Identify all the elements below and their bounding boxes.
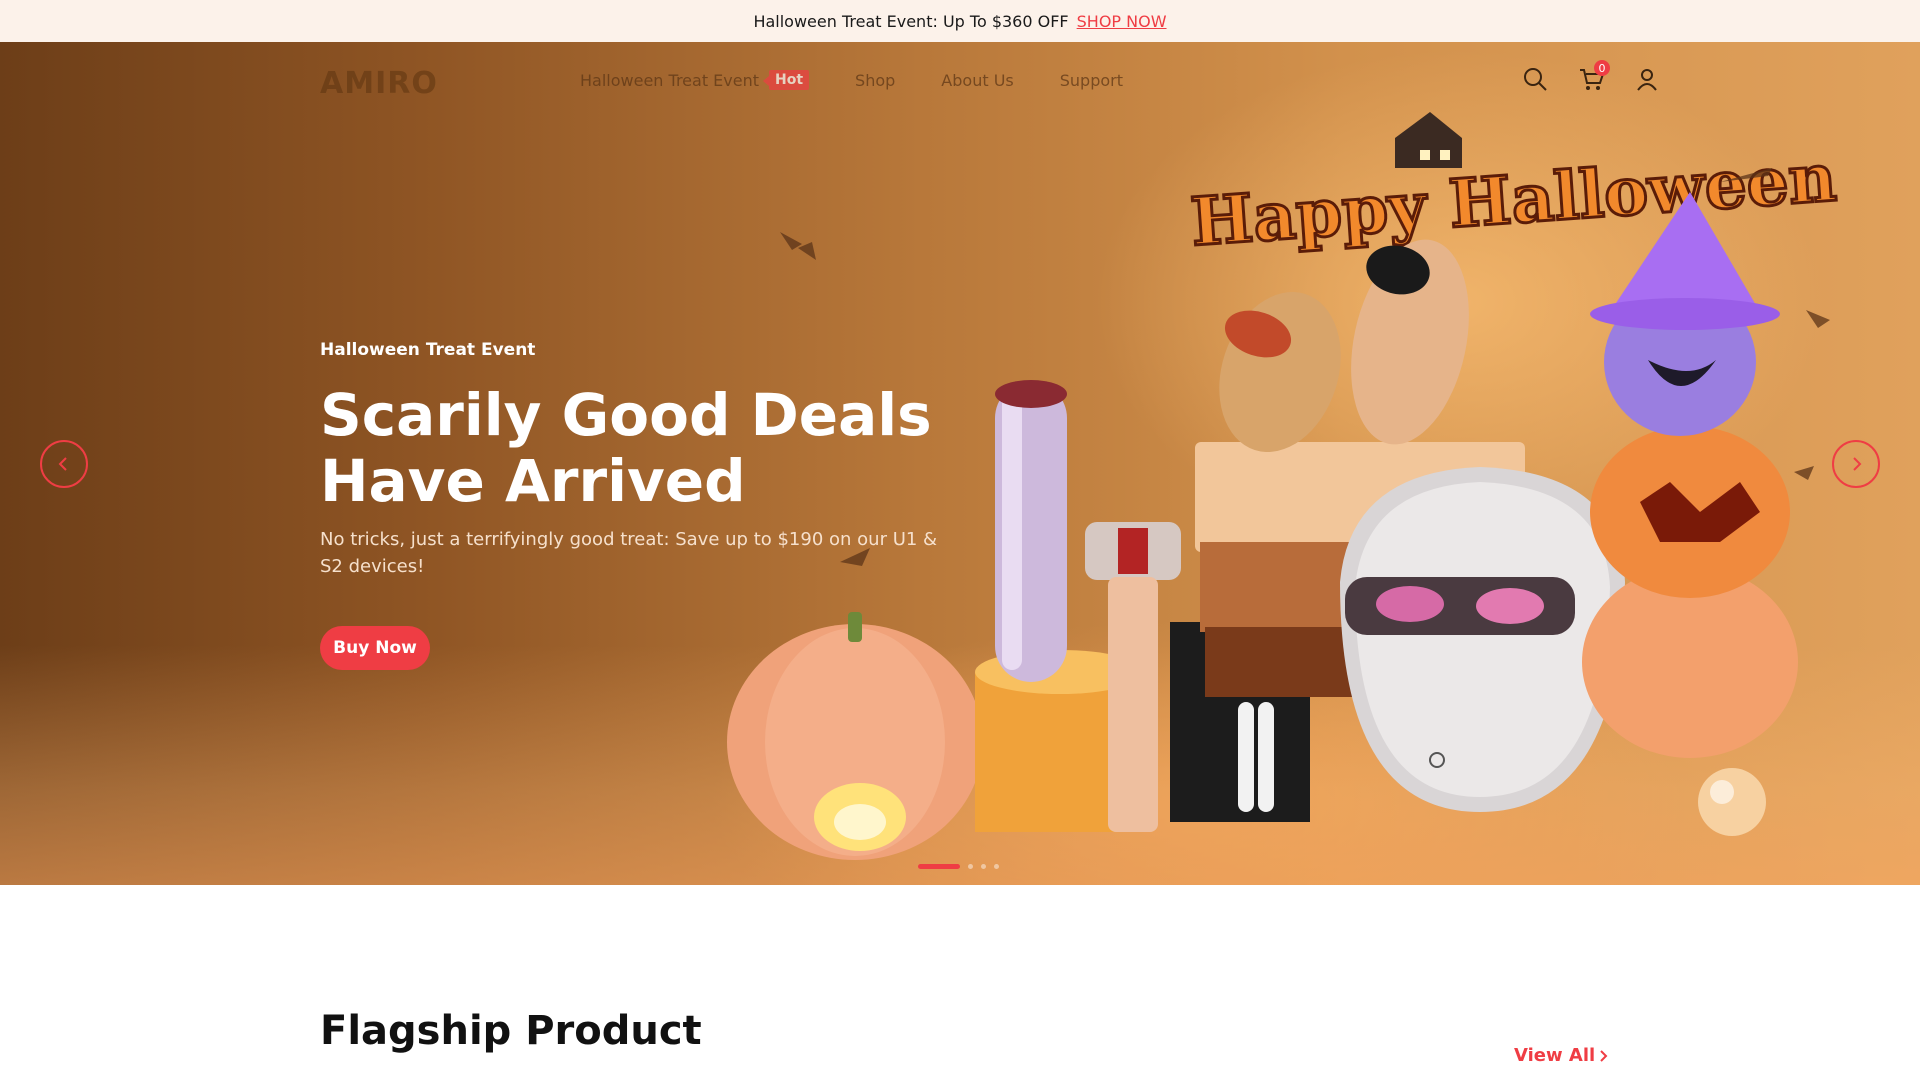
- device-led-mask: [1340, 467, 1625, 812]
- carousel-dot-active[interactable]: [918, 864, 960, 869]
- nav-item-label: Support: [1059, 70, 1123, 90]
- nav-item-shop[interactable]: Shop: [855, 70, 895, 90]
- announcement-bar: Halloween Treat Event: Up To $360 OFF SH…: [0, 0, 1920, 42]
- device-egg-left: [1219, 291, 1341, 453]
- pumpkin-stack-right: [1582, 192, 1798, 758]
- nav-item-label: Halloween Treat Event: [580, 70, 760, 90]
- hero-subtext: No tricks, just a terrifyingly good trea…: [320, 529, 938, 577]
- carousel-dot[interactable]: [981, 864, 986, 869]
- carousel-dot[interactable]: [968, 864, 973, 869]
- nav-icons: 0: [1520, 60, 1662, 94]
- user-icon[interactable]: [1632, 64, 1662, 94]
- hot-badge: Hot: [763, 70, 810, 90]
- main-nav: AMIRO Halloween Treat Event Hot Shop Abo…: [0, 42, 1920, 122]
- shop-now-link[interactable]: SHOP NOW: [1077, 12, 1167, 31]
- crystal-ball: [1698, 768, 1766, 836]
- view-all-label: View All: [1514, 1045, 1596, 1066]
- hero-product-scene: Happy Halloween: [727, 112, 1840, 860]
- cart-icon[interactable]: 0: [1576, 60, 1610, 94]
- device-egg-right: [1351, 239, 1469, 445]
- flagship-title: Flagship Product: [320, 1008, 702, 1054]
- view-all-link[interactable]: View All: [1514, 1045, 1609, 1066]
- carousel-prev-button[interactable]: [40, 440, 88, 488]
- happy-halloween-art: Happy Halloween: [1187, 112, 1840, 263]
- nav-item-label: Shop: [855, 70, 896, 90]
- nav-item-label: About Us: [941, 70, 1014, 90]
- cart-count-badge: 0: [1594, 60, 1610, 76]
- logo[interactable]: AMIRO: [320, 66, 438, 101]
- nav-item-about-us[interactable]: About Us: [941, 70, 1013, 90]
- nav-item-halloween-treat-event[interactable]: Halloween Treat Event Hot: [580, 70, 810, 90]
- nav-links: Halloween Treat Event Hot Shop About Us …: [580, 70, 1123, 90]
- svg-text:Happy Halloween: Happy Halloween: [1188, 138, 1839, 261]
- hero-banner: Happy Halloween AMIRO Halloween Treat Ev…: [0, 42, 1920, 885]
- carousel-next-button[interactable]: [1832, 440, 1880, 488]
- announcement-text: Halloween Treat Event: Up To $360 OFF: [753, 11, 1069, 31]
- hero-eyebrow: Halloween Treat Event: [320, 340, 536, 360]
- nav-item-support[interactable]: Support: [1060, 70, 1123, 90]
- chevron-right-icon: [1853, 457, 1862, 471]
- hero-headline: Scarily Good Deals Have Arrived: [320, 381, 932, 515]
- chevron-left-icon: [58, 457, 67, 471]
- search-icon[interactable]: [1520, 64, 1550, 94]
- chevron-right-icon: [1600, 1049, 1608, 1062]
- buy-now-button[interactable]: Buy Now: [320, 626, 430, 670]
- device-wand-purple: [995, 380, 1067, 682]
- pumpkin-left: [727, 612, 983, 860]
- carousel-dot[interactable]: [994, 864, 999, 869]
- carousel-dots: [918, 864, 999, 869]
